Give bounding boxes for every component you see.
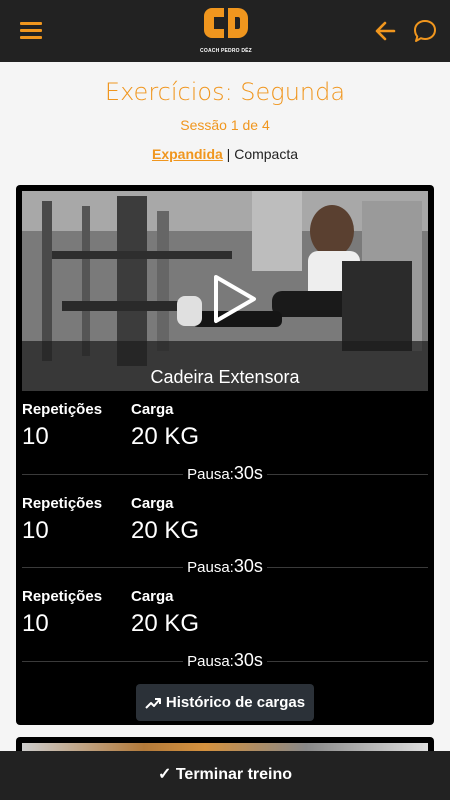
load-value: 20 KG	[131, 610, 200, 637]
pause-label: Pausa:	[183, 559, 234, 576]
exercise-video[interactable]: Cadeira Extensora	[22, 191, 428, 391]
session-indicator: Sessão 1 de 4	[180, 117, 270, 133]
view-expanded-link[interactable]: Expandida	[152, 146, 223, 162]
logo-text: COACH PEDRO DÉZ	[200, 48, 252, 54]
pause-value: 30s	[233, 650, 267, 670]
view-mode-toggle: Expandida | Compacta	[0, 146, 450, 162]
reps-label: Repetições	[22, 588, 103, 605]
view-separator: |	[222, 146, 235, 162]
load-history-button[interactable]: Histórico de cargas	[136, 684, 314, 721]
load-history-label: Histórico de cargas	[165, 694, 306, 711]
load-label: Carga	[131, 495, 174, 512]
load-label: Carga	[131, 588, 174, 605]
pause-info: Pausa:30s	[16, 556, 434, 577]
pause-label: Pausa:	[183, 653, 234, 670]
logo: COACH PEDRO DÉZ	[198, 4, 254, 60]
page-title: Exercícios: Segunda	[104, 78, 346, 106]
exercise-name: Cadeira Extensora	[150, 367, 300, 387]
exercise-card: Cadeira Extensora Repetições 10 Carga 20…	[16, 185, 434, 725]
logo-mark	[204, 8, 248, 38]
load-value: 20 KG	[131, 423, 200, 450]
pause-info: Pausa:30s	[16, 463, 434, 484]
reps-value: 10	[22, 610, 49, 637]
reps-label: Repetições	[22, 401, 103, 418]
trending-up-icon	[145, 698, 161, 709]
hamburger-icon[interactable]	[20, 22, 42, 40]
chat-bubble-icon[interactable]	[412, 18, 438, 44]
pause-value: 30s	[233, 463, 267, 483]
pause-value: 30s	[233, 556, 267, 576]
play-icon[interactable]	[202, 269, 262, 329]
load-value: 20 KG	[131, 517, 200, 544]
view-compact-link[interactable]: Compacta	[234, 146, 298, 162]
reps-value: 10	[22, 517, 49, 544]
reps-label: Repetições	[22, 495, 103, 512]
pause-info: Pausa:30s	[16, 650, 434, 671]
arrow-left-icon[interactable]	[374, 20, 396, 42]
top-bar: COACH PEDRO DÉZ	[0, 0, 450, 62]
pause-label: Pausa:	[183, 466, 234, 483]
load-label: Carga	[131, 401, 174, 418]
finish-workout-button[interactable]: ✓ Terminar treino	[0, 751, 450, 800]
reps-value: 10	[22, 423, 49, 450]
